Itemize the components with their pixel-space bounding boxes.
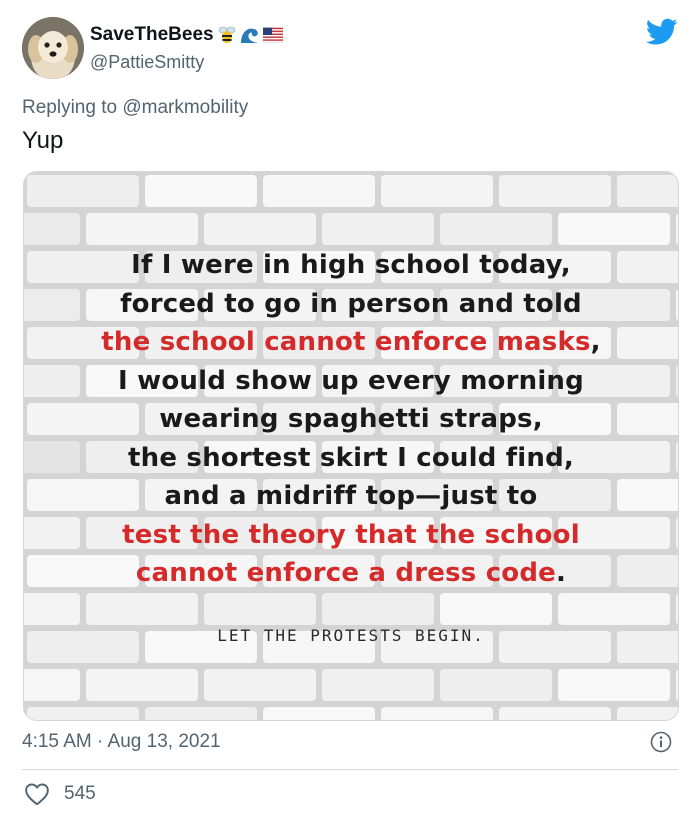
- bee-emoji-icon: [218, 26, 235, 43]
- quote-highlight: cannot enforce a dress code: [135, 558, 557, 588]
- quote-segment: the shortest skirt I could find,: [127, 442, 574, 473]
- quote-line: wearing spaghetti straps,: [24, 400, 678, 439]
- reply-mention-link[interactable]: @markmobility: [122, 97, 248, 118]
- tweet-image[interactable]: If I were in high school today, forced to…: [23, 171, 679, 721]
- quote-line: test the theory that the school: [24, 516, 678, 555]
- quote-segment: and a midriff top—just to: [164, 481, 538, 511]
- twitter-logo-icon[interactable]: [646, 18, 678, 46]
- quote-line: forced to go in person and told: [24, 285, 678, 324]
- display-name[interactable]: SaveTheBees: [90, 24, 214, 46]
- dog-avatar-image: [22, 17, 84, 79]
- like-count: 545: [64, 783, 96, 804]
- quote-segment: ,: [590, 327, 601, 357]
- quote-segment: .: [556, 558, 567, 588]
- timestamp[interactable]: 4:15 AM · Aug 13, 2021: [22, 731, 221, 753]
- divider: [22, 769, 678, 770]
- quote-highlight: test the theory that the school: [122, 519, 580, 550]
- display-name-row[interactable]: SaveTheBees: [90, 24, 283, 46]
- us-flag-emoji-icon: [262, 27, 283, 43]
- reply-context: Replying to @markmobility: [22, 97, 248, 119]
- quote-segment: If I were in high school today,: [131, 250, 571, 280]
- info-icon[interactable]: [650, 731, 672, 753]
- avatar[interactable]: [22, 17, 84, 79]
- wave-emoji-icon: [239, 26, 260, 44]
- quote-segment: I would show up every morning: [118, 365, 584, 396]
- heart-icon[interactable]: [24, 782, 50, 806]
- quote-highlight: the school cannot enforce masks: [101, 327, 591, 357]
- quote-line: the school cannot enforce masks,: [24, 323, 678, 362]
- quote-line: If I were in high school today,: [24, 246, 678, 285]
- image-quote-text: If I were in high school today, forced to…: [24, 246, 678, 593]
- quote-segment: forced to go in person and told: [120, 288, 582, 319]
- reply-prefix: Replying to: [22, 97, 123, 118]
- quote-line: the shortest skirt I could find,: [24, 439, 678, 478]
- quote-segment: wearing spaghetti straps,: [159, 404, 543, 434]
- quote-line: I would show up every morning: [24, 362, 678, 401]
- handle[interactable]: @PattieSmitty: [90, 52, 204, 73]
- tweet-text: Yup: [22, 127, 64, 154]
- like-action[interactable]: 545: [24, 782, 96, 806]
- quote-line: cannot enforce a dress code.: [24, 554, 678, 593]
- quote-line: and a midriff top—just to: [24, 477, 678, 516]
- image-footer-text: LET THE PROTESTS BEGIN.: [217, 626, 485, 645]
